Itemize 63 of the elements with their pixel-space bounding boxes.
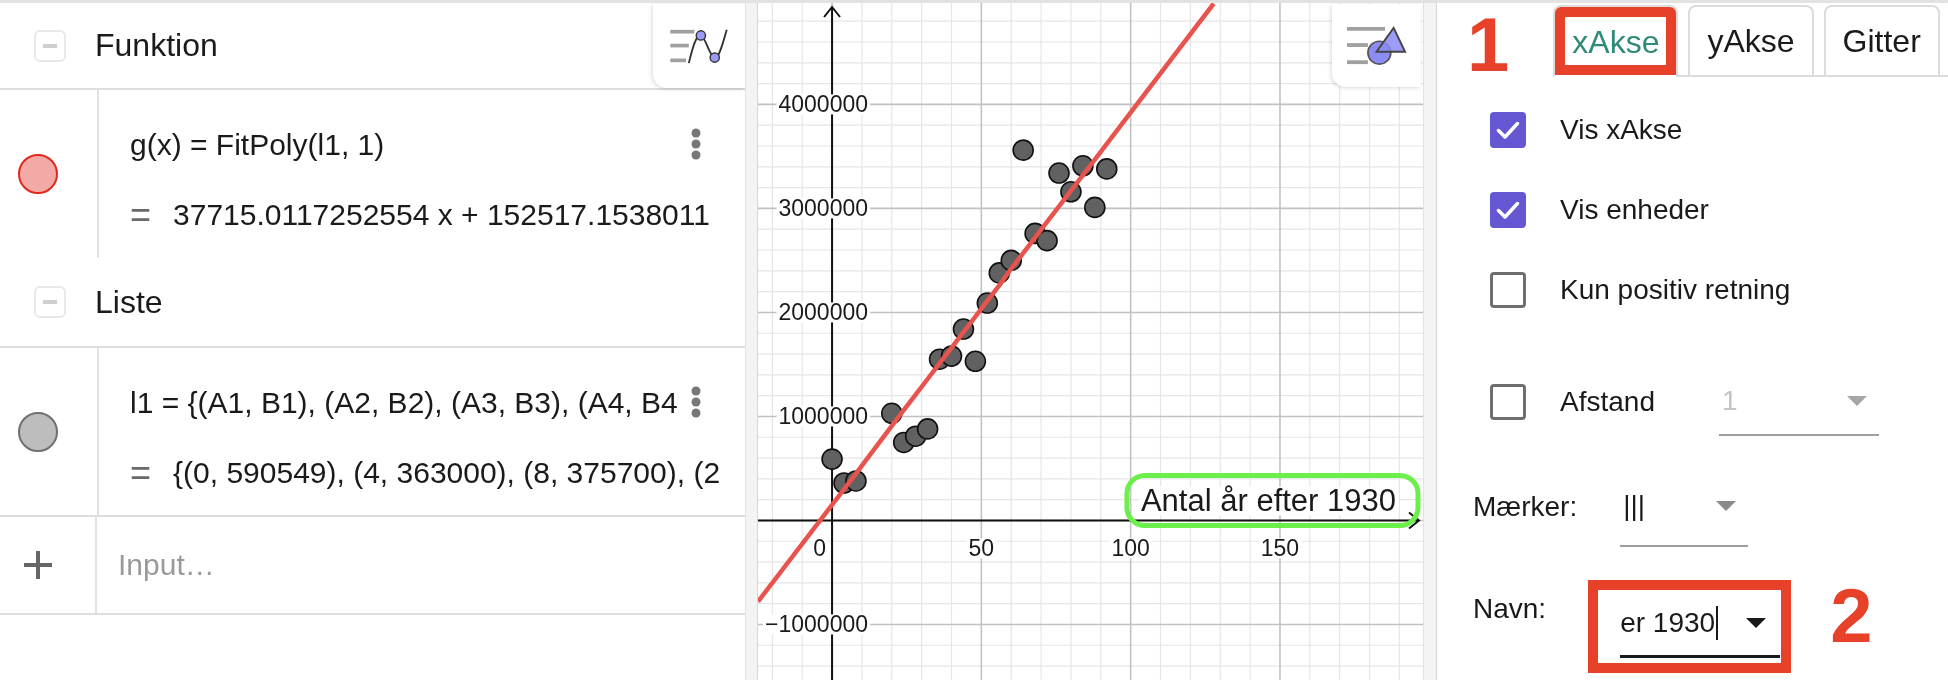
checkbox[interactable] <box>1490 192 1526 228</box>
checkbox[interactable] <box>1490 112 1526 148</box>
text-cursor-icon <box>1716 605 1719 640</box>
axis-tick-label: 50 <box>968 535 995 562</box>
axis-tick-label: 150 <box>1260 535 1300 562</box>
style-bar-button[interactable] <box>1332 4 1421 87</box>
step-number: 1 <box>1467 7 1510 83</box>
option-label: Kun positiv retning <box>1560 274 1791 306</box>
data-point <box>1084 196 1106 219</box>
curve-style-icon <box>668 27 730 65</box>
data-point <box>964 350 987 373</box>
caret-down-icon <box>1746 617 1767 628</box>
input-field[interactable]: Input… <box>97 517 745 613</box>
definition-text: g(x) = FitPoly(l1, 1) <box>130 127 385 163</box>
step-number: 2 <box>1830 578 1873 654</box>
style-bar-button[interactable] <box>653 4 745 88</box>
axis-title: Antal år efter 1930 <box>1140 483 1396 519</box>
minus-icon <box>43 300 57 304</box>
more-options-icon[interactable] <box>690 386 702 418</box>
axis-tick-label: 2000000 <box>778 299 869 326</box>
definition-text: l1 = {(A1, B1), (A2, B2), (A3, B3), (A4, B4 <box>130 385 678 421</box>
data-point <box>916 418 939 440</box>
data-point <box>1012 139 1034 161</box>
data-point <box>976 292 999 314</box>
option-label: Navn: <box>1473 593 1547 625</box>
axis-tick-label: 1000000 <box>778 403 869 430</box>
data-point <box>1095 158 1118 180</box>
option-label: Afstand <box>1560 386 1655 418</box>
axis-tick-label: 4000000 <box>778 91 869 118</box>
value-text: {(0, 590549), (4, 363000), (8, 375700), (2 <box>173 455 721 491</box>
data-point <box>940 345 963 367</box>
data-point <box>1036 229 1058 252</box>
data-point <box>821 448 843 470</box>
tab[interactable]: yAkse <box>1688 5 1814 75</box>
tab[interactable]: xAkse <box>1553 5 1679 77</box>
more-options-icon[interactable] <box>690 128 702 160</box>
equals-sign: = <box>130 455 152 491</box>
equals-sign: = <box>130 197 152 233</box>
option-label: Vis xAkse <box>1560 114 1683 146</box>
axis-tick-label: 3000000 <box>778 195 869 222</box>
caret-down-icon <box>1846 396 1867 406</box>
checkbox[interactable] <box>1490 272 1526 308</box>
dropdown[interactable]: ||| <box>1620 467 1749 547</box>
section-title: Liste <box>95 283 163 321</box>
color-dot-icon[interactable] <box>18 154 58 194</box>
color-dot-icon[interactable] <box>18 411 58 452</box>
minus-icon <box>43 43 57 48</box>
data-point <box>1048 162 1070 184</box>
value-text: 37715.0117252554 x + 152517.1538011 <box>173 197 710 233</box>
data-point <box>952 318 975 340</box>
tab[interactable]: Gitter <box>1823 5 1940 75</box>
axis-tick-label: −1000000 <box>765 611 869 638</box>
section-title: Funktion <box>95 27 218 64</box>
shapes-style-icon <box>1346 25 1407 66</box>
caret-down-icon <box>1716 501 1737 511</box>
option-label: Vis enheder <box>1560 194 1709 226</box>
plus-icon[interactable] <box>24 551 52 579</box>
checkmark-icon <box>1496 121 1520 139</box>
checkmark-icon <box>1496 201 1520 219</box>
axis-tick-label: 0 <box>813 535 827 562</box>
option-label: Mærker: <box>1473 491 1578 523</box>
name-field[interactable]: er 1930 <box>1620 590 1781 658</box>
axis-tick-label: 100 <box>1111 535 1150 562</box>
